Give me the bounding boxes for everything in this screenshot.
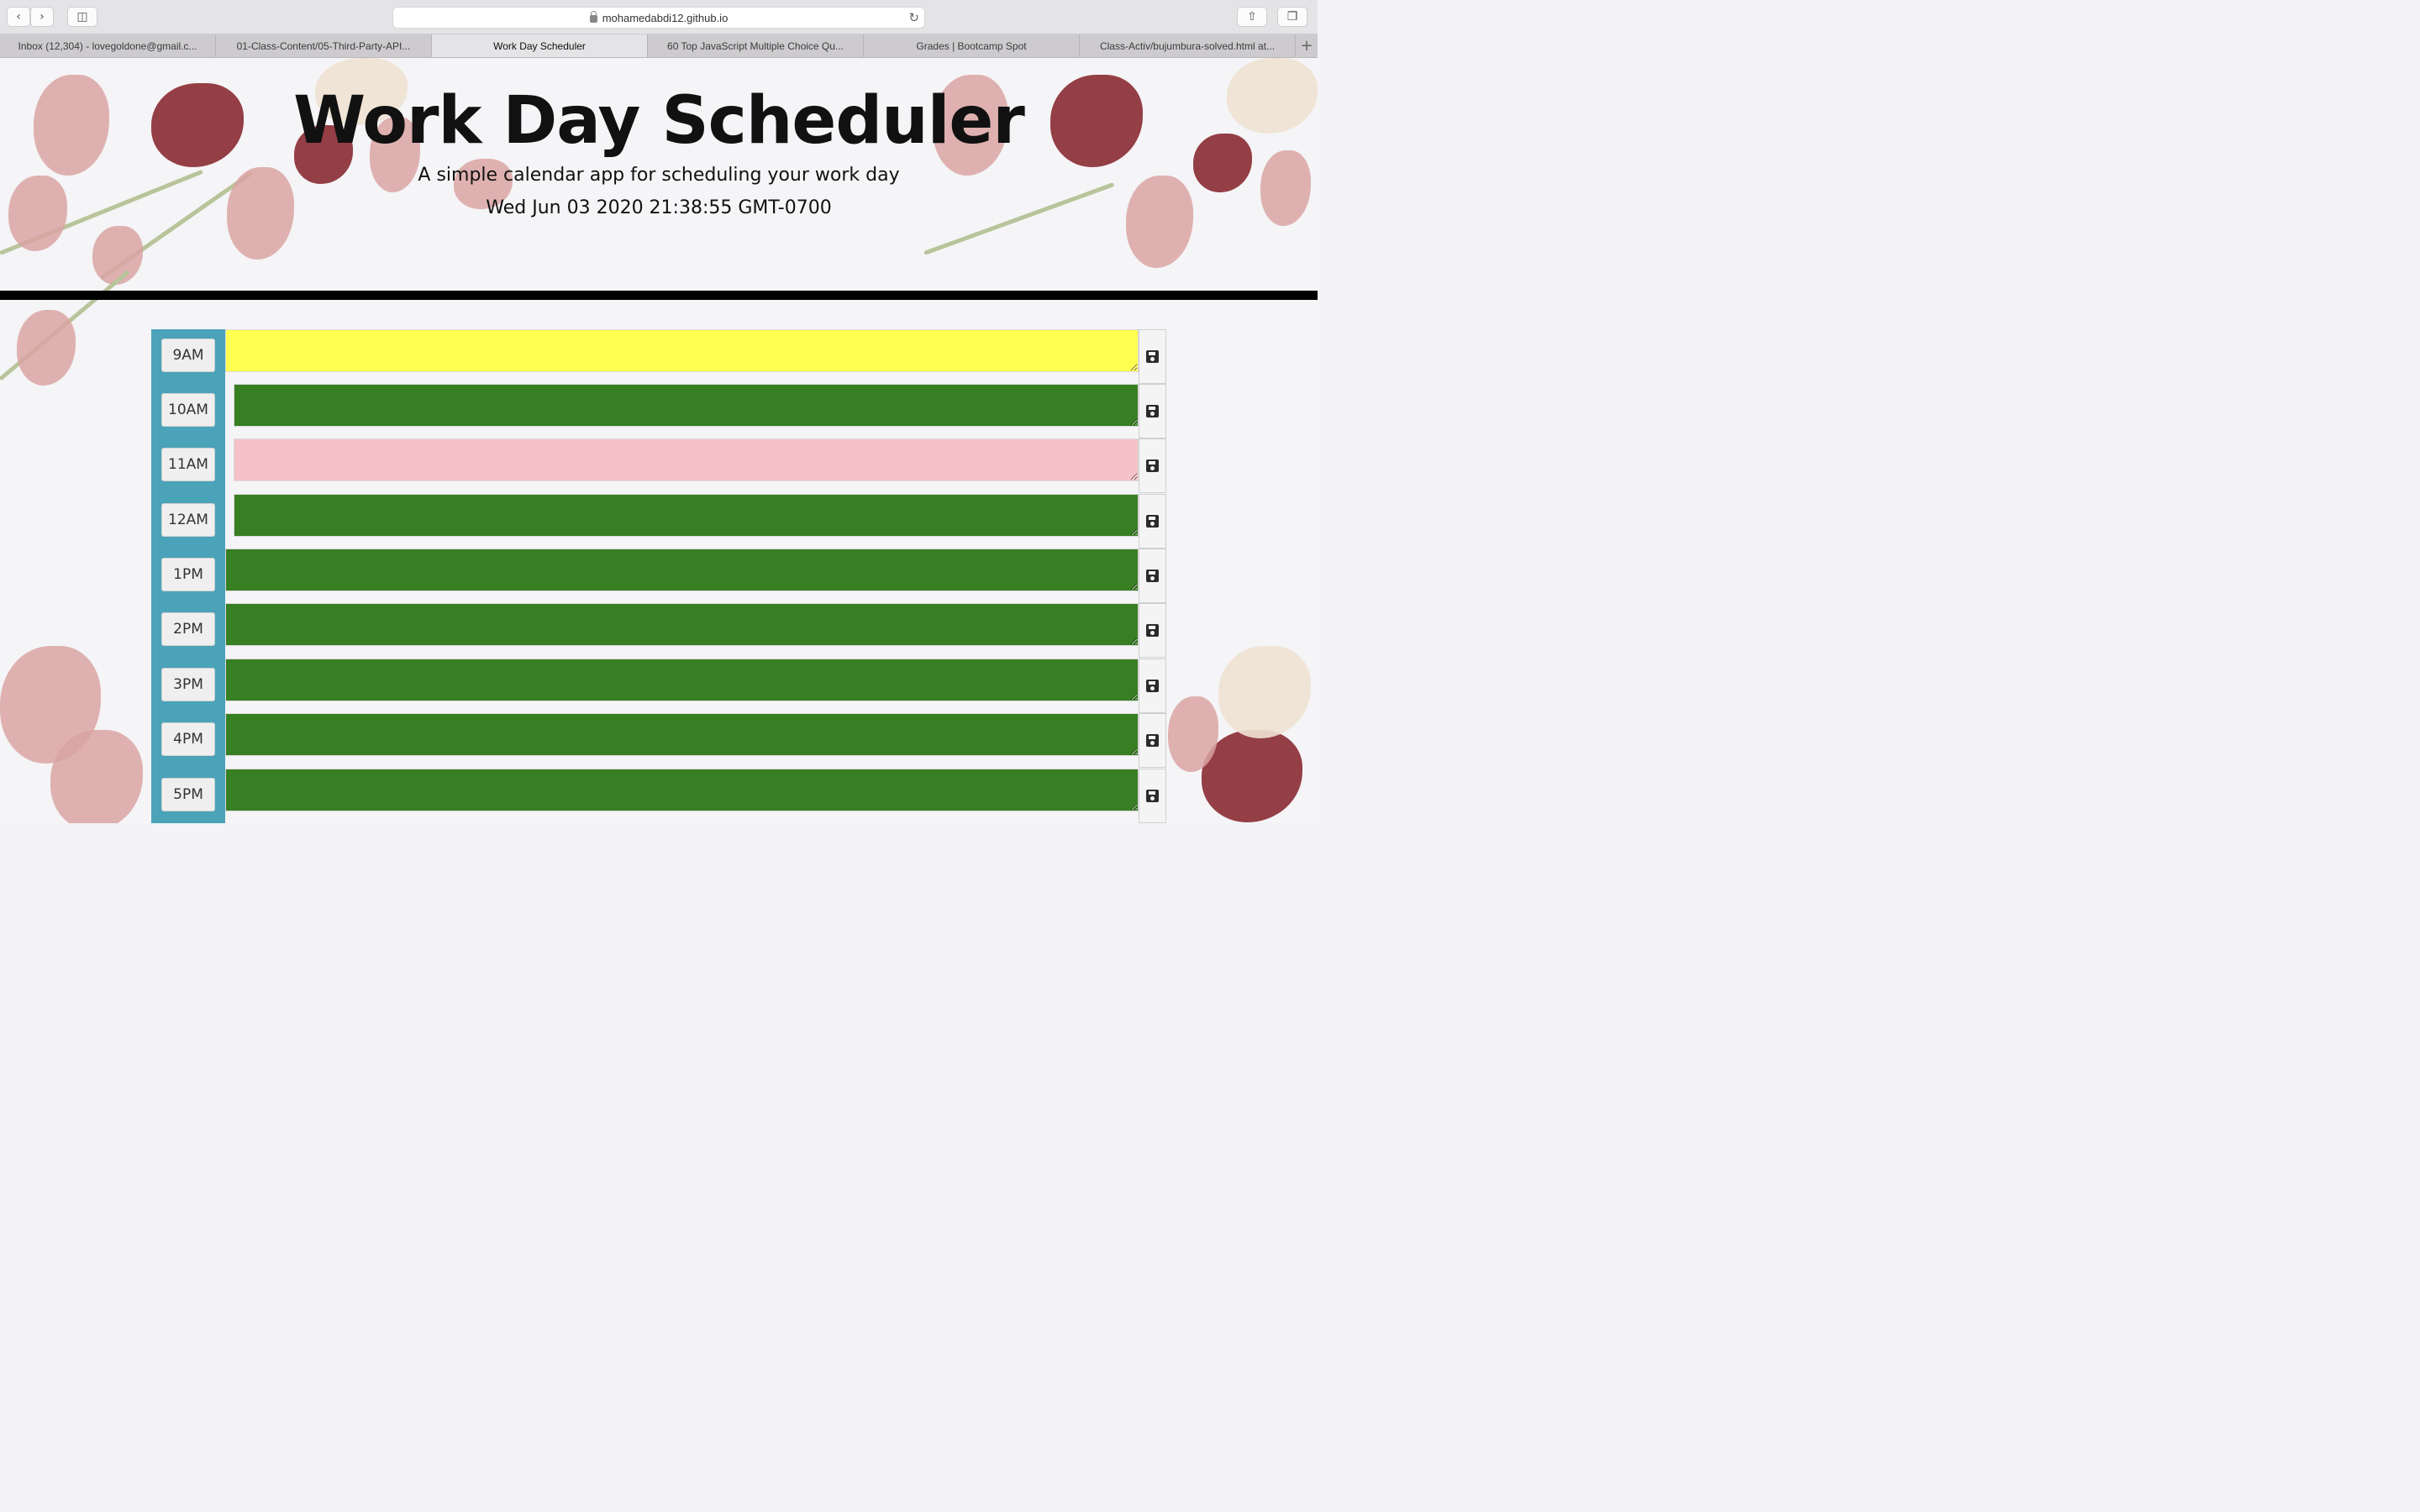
tab-grades[interactable]: Grades | Bootcamp Spot — [864, 34, 1080, 57]
time-block-12am: 12AM — [151, 494, 1166, 549]
plus-icon: + — [1300, 37, 1313, 55]
save-button[interactable] — [1139, 713, 1166, 768]
floppy-disk-icon — [1146, 624, 1159, 637]
hour-label: 2PM — [161, 612, 215, 646]
save-button[interactable] — [1139, 494, 1166, 549]
hour-column: 5PM — [151, 769, 225, 823]
floppy-disk-icon — [1146, 570, 1159, 582]
hour-label: 3PM — [161, 668, 215, 701]
address-bar[interactable]: mohamedabdi12.github.io ↻ — [392, 7, 925, 29]
hour-column: 12AM — [151, 494, 225, 549]
save-button[interactable] — [1139, 769, 1166, 823]
save-button[interactable] — [1139, 549, 1166, 603]
header-divider — [0, 291, 1318, 300]
tabs-overview-button[interactable]: ❐ — [1277, 7, 1307, 27]
page-title: Work Day Scheduler — [293, 83, 1025, 159]
tab-class-content[interactable]: 01-Class-Content/05-Third-Party-API... — [216, 34, 432, 57]
save-button[interactable] — [1139, 603, 1166, 658]
description-textarea[interactable] — [234, 384, 1139, 427]
description-textarea[interactable] — [225, 603, 1139, 646]
floppy-disk-icon — [1146, 350, 1159, 363]
hour-label: 10AM — [161, 393, 215, 427]
hour-column: 3PM — [151, 659, 225, 714]
lock-icon — [589, 10, 597, 23]
floppy-disk-icon — [1146, 680, 1159, 692]
url-text: mohamedabdi12.github.io — [602, 11, 729, 24]
sidebar-button[interactable]: ◫ — [67, 7, 97, 27]
description-textarea[interactable] — [225, 713, 1139, 756]
floppy-disk-icon — [1146, 734, 1159, 747]
hour-column: 2PM — [151, 603, 225, 659]
floppy-disk-icon — [1146, 515, 1159, 528]
chevron-right-icon: › — [39, 10, 45, 24]
jumbotron: Work Day Scheduler A simple calendar app… — [0, 58, 1318, 291]
tab-work-day-scheduler[interactable]: Work Day Scheduler — [432, 34, 648, 57]
hour-column: 11AM — [151, 438, 225, 494]
save-button[interactable] — [1139, 384, 1166, 438]
hour-column: 4PM — [151, 713, 225, 769]
floppy-disk-icon — [1146, 459, 1159, 472]
back-button[interactable]: ‹ — [7, 7, 30, 27]
browser-toolbar: ‹ › ◫ mohamedabdi12.github.io ↻ ⇧ ❐ — [0, 0, 1318, 34]
floppy-disk-icon — [1146, 790, 1159, 802]
tabs-icon: ❐ — [1286, 10, 1298, 24]
save-button[interactable] — [1139, 438, 1166, 493]
description-textarea[interactable] — [234, 438, 1139, 481]
current-day: Wed Jun 03 2020 21:38:55 GMT-0700 — [486, 197, 832, 218]
share-button[interactable]: ⇧ — [1237, 7, 1267, 27]
time-block-1pm: 1PM — [151, 549, 1166, 604]
page-content: Work Day Scheduler A simple calendar app… — [0, 58, 1318, 823]
time-block-9am: 9AM — [151, 329, 1166, 385]
description-textarea[interactable] — [225, 659, 1139, 701]
forward-button[interactable]: › — [30, 7, 54, 27]
reload-icon[interactable]: ↻ — [908, 10, 919, 25]
hour-label: 1PM — [161, 558, 215, 591]
tab-bar: Inbox (12,304) - lovegoldone@gmail.c... … — [0, 34, 1318, 58]
hour-column: 1PM — [151, 549, 225, 604]
description-textarea[interactable] — [234, 494, 1139, 537]
hour-label: 12AM — [161, 503, 215, 537]
hour-column: 10AM — [151, 384, 225, 439]
time-block-3pm: 3PM — [151, 659, 1166, 714]
tab-class-activ[interactable]: Class-Activ/bujumbura-solved.html at... — [1080, 34, 1296, 57]
chevron-left-icon: ‹ — [16, 10, 21, 24]
floppy-disk-icon — [1146, 405, 1159, 417]
hour-label: 11AM — [161, 448, 215, 481]
page-subtitle: A simple calendar app for scheduling you… — [418, 165, 900, 186]
time-block-11am: 11AM — [151, 438, 1166, 494]
save-button[interactable] — [1139, 329, 1166, 384]
share-icon: ⇧ — [1247, 10, 1257, 24]
save-button[interactable] — [1139, 659, 1166, 713]
hour-label: 5PM — [161, 778, 215, 811]
description-textarea[interactable] — [225, 549, 1139, 591]
description-textarea[interactable] — [225, 769, 1139, 811]
description-textarea[interactable] — [225, 329, 1139, 372]
time-block-5pm: 5PM — [151, 769, 1166, 823]
time-block-2pm: 2PM — [151, 603, 1166, 659]
hour-label: 4PM — [161, 722, 215, 756]
hour-label: 9AM — [161, 339, 215, 372]
sidebar-icon: ◫ — [76, 10, 88, 24]
new-tab-button[interactable]: + — [1296, 34, 1318, 57]
tab-js-questions[interactable]: 60 Top JavaScript Multiple Choice Qu... — [648, 34, 864, 57]
time-block-10am: 10AM — [151, 384, 1166, 439]
time-block-4pm: 4PM — [151, 713, 1166, 769]
tab-inbox[interactable]: Inbox (12,304) - lovegoldone@gmail.c... — [0, 34, 216, 57]
hour-column: 9AM — [151, 329, 225, 385]
